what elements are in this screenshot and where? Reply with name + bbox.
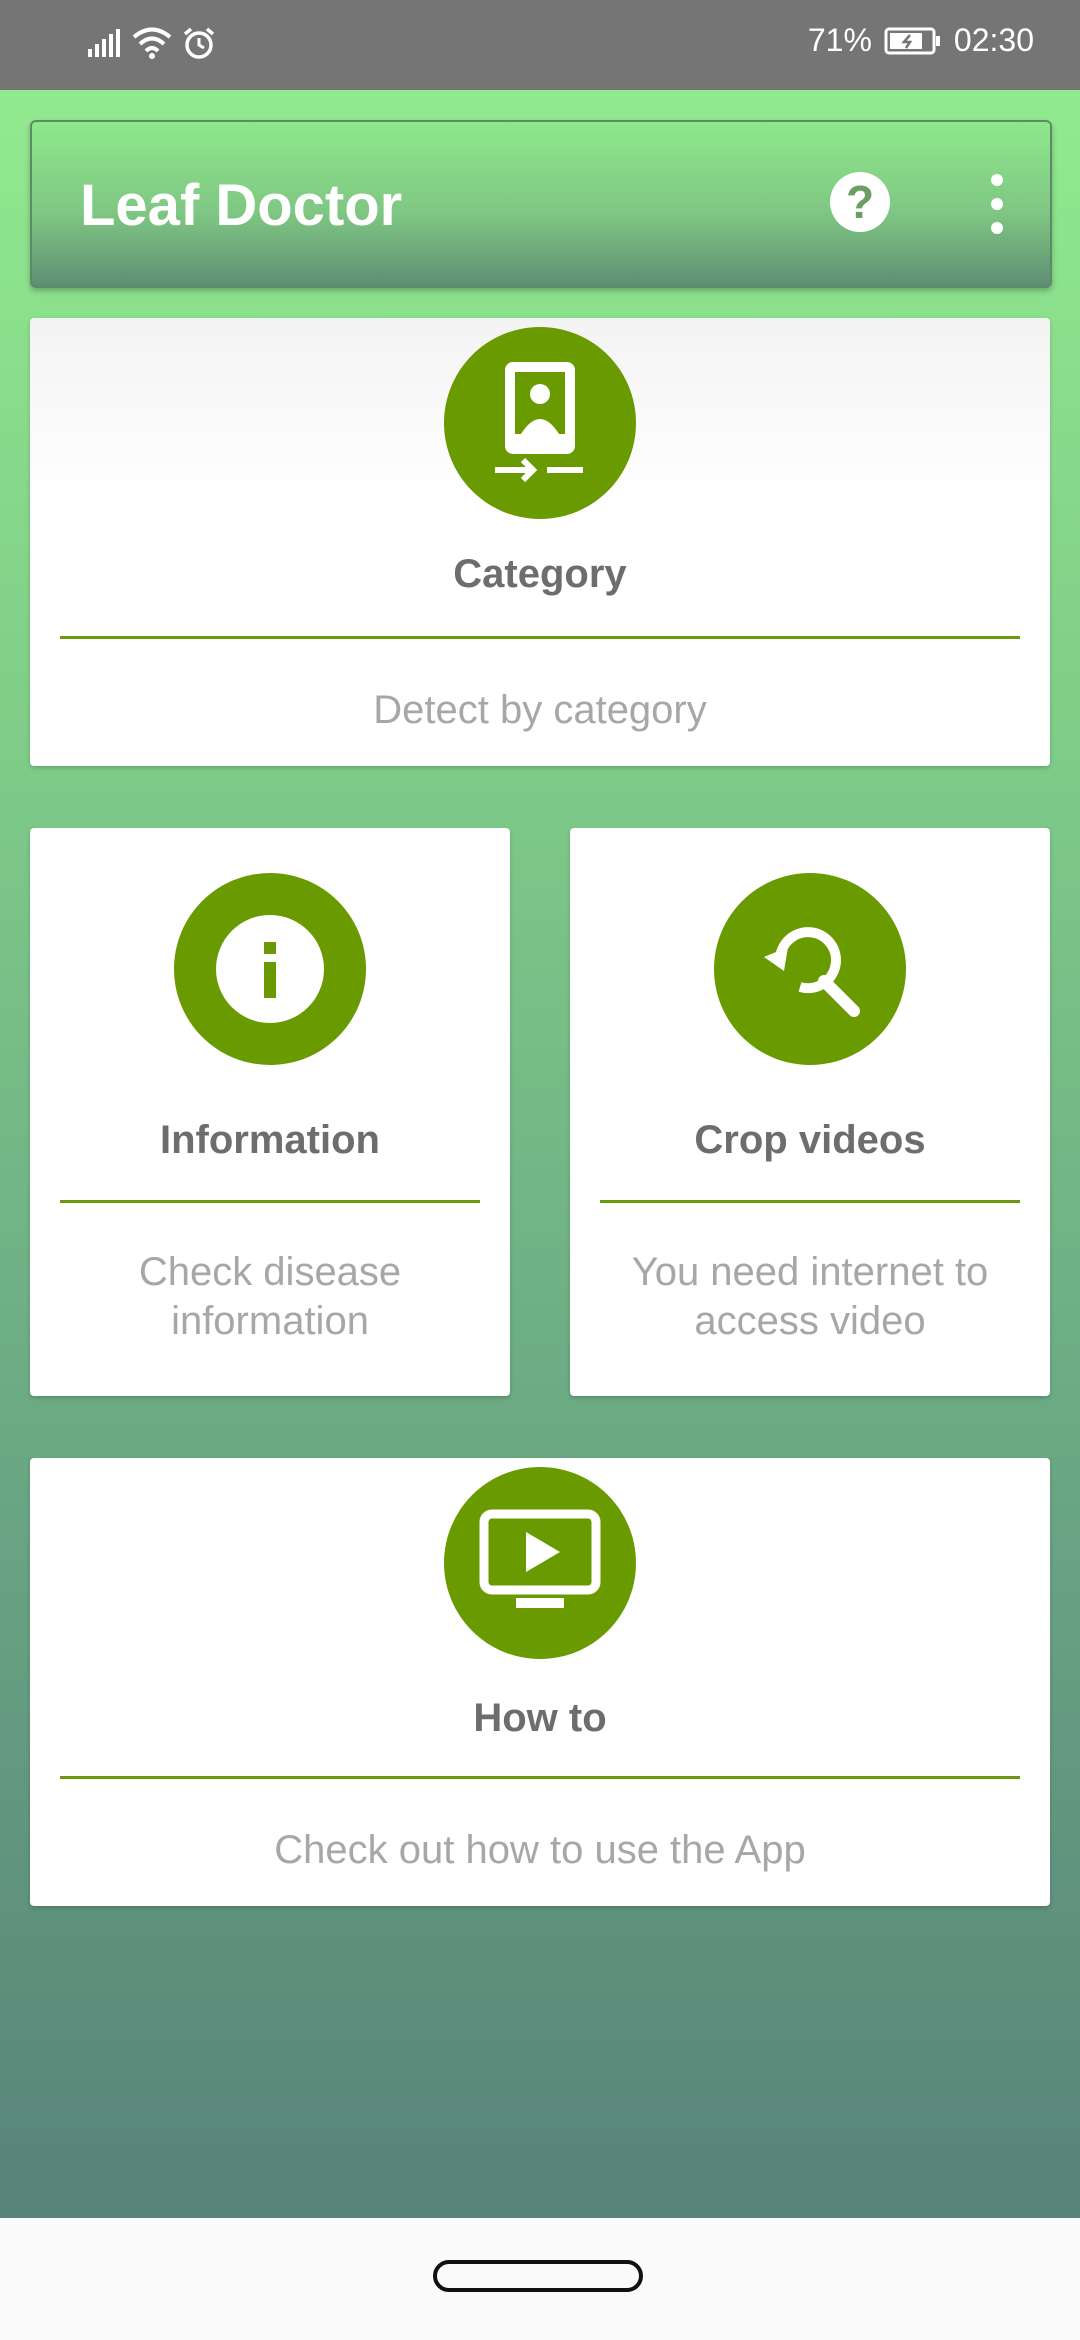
navigation-bar	[0, 2218, 1080, 2340]
page-title: Leaf Doctor	[80, 173, 403, 238]
help-icon[interactable]: ?	[830, 172, 890, 232]
app-toolbar: Leaf Doctor ?	[30, 120, 1052, 288]
crop-videos-title: Crop videos	[694, 1118, 926, 1162]
search-refresh-icon	[714, 873, 906, 1065]
information-card[interactable]: Information Check disease information	[30, 828, 510, 1396]
app-content: Leaf Doctor ? Category Detect by categor…	[0, 90, 1080, 2218]
divider	[60, 1200, 480, 1203]
crop-videos-description: You need internet to access video	[631, 1250, 989, 1343]
wifi-icon	[132, 27, 172, 59]
information-title: Information	[160, 1118, 380, 1162]
divider	[600, 1200, 1020, 1203]
how-to-title: How to	[473, 1696, 607, 1740]
category-title: Category	[453, 552, 627, 596]
category-card[interactable]: Category Detect by category	[30, 318, 1050, 766]
home-indicator[interactable]	[433, 2260, 643, 2292]
camera-switch-icon	[444, 327, 636, 519]
info-icon	[174, 873, 366, 1065]
how-to-card[interactable]: How to Check out how to use the App	[30, 1458, 1050, 1906]
divider	[60, 1776, 1020, 1779]
video-play-icon	[444, 1467, 636, 1659]
alarm-icon	[183, 27, 215, 59]
status-icons-right: 71% 02:30	[808, 22, 1034, 59]
how-to-description: Check out how to use the App	[274, 1828, 806, 1872]
more-options-icon[interactable]	[982, 174, 1012, 234]
battery-percent: 71%	[807, 22, 872, 58]
signal-icon	[88, 29, 120, 57]
information-description: Check disease information	[138, 1250, 402, 1343]
status-bar: 71% 02:30	[0, 0, 1080, 90]
divider	[60, 636, 1020, 639]
battery-icon	[884, 27, 940, 54]
status-icons-left	[86, 26, 216, 60]
clock: 02:30	[953, 22, 1034, 58]
crop-videos-card[interactable]: Crop videos You need internet to access …	[570, 828, 1050, 1396]
category-description: Detect by category	[373, 688, 707, 732]
